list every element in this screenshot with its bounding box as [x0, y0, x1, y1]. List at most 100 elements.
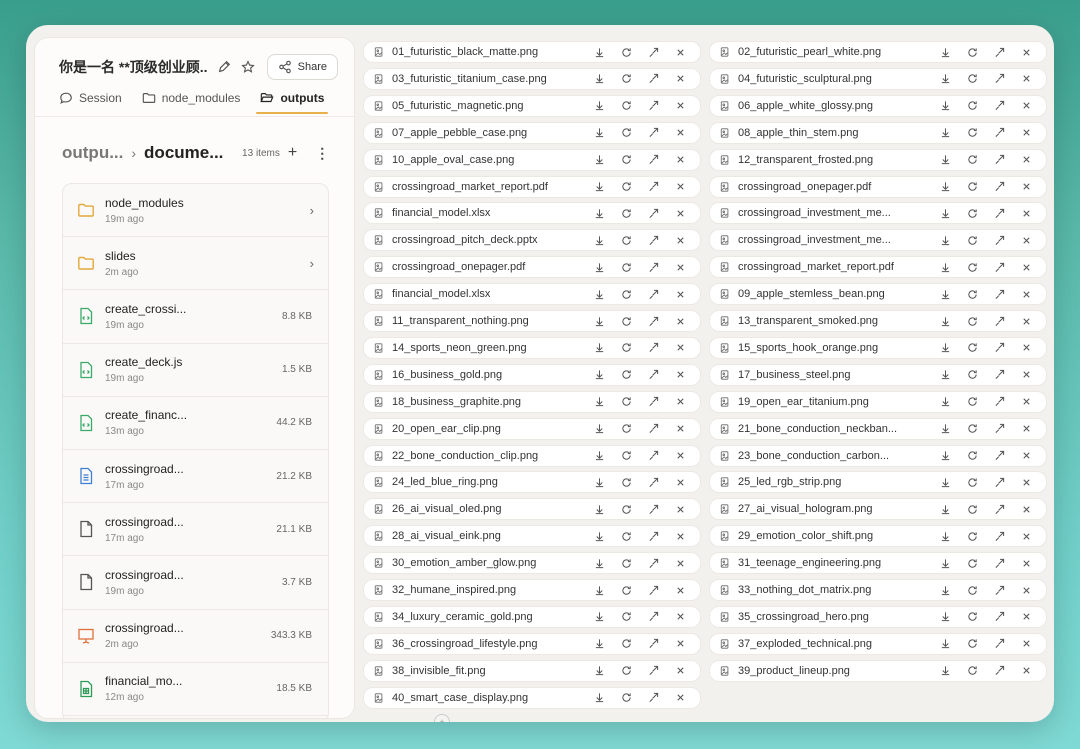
open-external-icon[interactable] [647, 315, 659, 327]
open-external-icon[interactable] [647, 207, 659, 219]
output-file-item[interactable]: 15_sports_hook_orange.png [709, 336, 1047, 359]
open-external-icon[interactable] [647, 665, 659, 677]
close-icon[interactable] [674, 611, 686, 623]
download-icon[interactable] [593, 503, 605, 515]
output-file-item[interactable]: financial_model.xlsx [363, 202, 701, 225]
file-row[interactable]: crossingroad... 17m ago 21.2 KB [63, 450, 328, 504]
output-file-item[interactable]: crossingroad_market_report.pdf [709, 256, 1047, 279]
download-icon[interactable] [939, 181, 951, 193]
output-file-item[interactable]: 19_open_ear_titanium.png [709, 390, 1047, 413]
open-external-icon[interactable] [993, 342, 1005, 354]
open-external-icon[interactable] [647, 476, 659, 488]
output-file-item[interactable]: crossingroad_pitch_deck.pptx [363, 229, 701, 252]
refresh-icon[interactable] [966, 396, 978, 408]
open-external-icon[interactable] [993, 100, 1005, 112]
download-icon[interactable] [593, 369, 605, 381]
download-icon[interactable] [939, 46, 951, 58]
close-icon[interactable] [1020, 584, 1032, 596]
download-icon[interactable] [593, 584, 605, 596]
open-external-icon[interactable] [647, 396, 659, 408]
file-row[interactable]: financial_mo... 12m ago 18.5 KB [63, 663, 328, 716]
open-external-icon[interactable] [647, 423, 659, 435]
download-icon[interactable] [939, 207, 951, 219]
close-icon[interactable] [1020, 127, 1032, 139]
output-file-item[interactable]: 17_business_steel.png [709, 363, 1047, 386]
open-external-icon[interactable] [647, 100, 659, 112]
open-external-icon[interactable] [647, 181, 659, 193]
download-icon[interactable] [593, 100, 605, 112]
refresh-icon[interactable] [620, 638, 632, 650]
open-external-icon[interactable] [647, 342, 659, 354]
output-file-item[interactable]: 01_futuristic_black_matte.png [363, 41, 701, 63]
close-icon[interactable] [1020, 261, 1032, 273]
output-file-item[interactable]: 05_futuristic_magnetic.png [363, 94, 701, 117]
refresh-icon[interactable] [620, 234, 632, 246]
open-external-icon[interactable] [647, 503, 659, 515]
refresh-icon[interactable] [620, 476, 632, 488]
tab-session[interactable]: Session [59, 84, 122, 112]
file-row[interactable]: create_deck.js 19m ago 1.5 KB [63, 344, 328, 397]
close-icon[interactable] [674, 396, 686, 408]
close-icon[interactable] [674, 46, 686, 58]
output-file-item[interactable]: 02_futuristic_pearl_white.png [709, 41, 1047, 63]
close-icon[interactable] [1020, 46, 1032, 58]
close-icon[interactable] [1020, 503, 1032, 515]
folder-row[interactable]: slides 2m ago › [63, 237, 328, 291]
edit-icon[interactable] [217, 60, 231, 74]
output-file-item[interactable]: 38_invisible_fit.png [363, 659, 701, 682]
output-file-item[interactable]: 22_bone_conduction_clip.png [363, 444, 701, 467]
open-external-icon[interactable] [993, 261, 1005, 273]
output-file-item[interactable]: 28_ai_visual_eink.png [363, 525, 701, 548]
file-row[interactable]: crossingroad... 2m ago 343.3 KB [63, 610, 328, 663]
open-external-icon[interactable] [993, 369, 1005, 381]
refresh-icon[interactable] [620, 665, 632, 677]
refresh-icon[interactable] [966, 611, 978, 623]
close-icon[interactable] [1020, 611, 1032, 623]
output-file-item[interactable]: 39_product_lineup.png [709, 659, 1047, 682]
refresh-icon[interactable] [966, 665, 978, 677]
close-icon[interactable] [674, 181, 686, 193]
output-file-item[interactable]: 08_apple_thin_stem.png [709, 121, 1047, 144]
output-file-item[interactable]: 31_teenage_engineering.png [709, 552, 1047, 575]
output-file-item[interactable]: 33_nothing_dot_matrix.png [709, 579, 1047, 601]
close-icon[interactable] [1020, 530, 1032, 542]
close-icon[interactable] [674, 261, 686, 273]
open-external-icon[interactable] [993, 584, 1005, 596]
share-button[interactable]: Share [266, 54, 338, 80]
close-icon[interactable] [674, 369, 686, 381]
download-icon[interactable] [939, 396, 951, 408]
output-file-item[interactable]: crossingroad_investment_me... [709, 229, 1047, 252]
download-icon[interactable] [939, 342, 951, 354]
output-file-item[interactable]: 32_humane_inspired.png [363, 579, 701, 601]
refresh-icon[interactable] [966, 288, 978, 300]
star-icon[interactable] [240, 60, 255, 74]
close-icon[interactable] [674, 207, 686, 219]
close-icon[interactable] [1020, 207, 1032, 219]
open-external-icon[interactable] [647, 638, 659, 650]
refresh-icon[interactable] [620, 207, 632, 219]
close-icon[interactable] [1020, 234, 1032, 246]
scroll-handle-icon[interactable]: + [434, 714, 450, 722]
output-file-item[interactable]: 16_business_gold.png [363, 363, 701, 386]
refresh-icon[interactable] [966, 450, 978, 462]
open-external-icon[interactable] [993, 315, 1005, 327]
refresh-icon[interactable] [966, 261, 978, 273]
close-icon[interactable] [1020, 450, 1032, 462]
open-external-icon[interactable] [993, 423, 1005, 435]
close-icon[interactable] [1020, 557, 1032, 569]
open-external-icon[interactable] [647, 530, 659, 542]
close-icon[interactable] [674, 234, 686, 246]
open-external-icon[interactable] [647, 369, 659, 381]
download-icon[interactable] [939, 261, 951, 273]
close-icon[interactable] [1020, 342, 1032, 354]
download-icon[interactable] [939, 665, 951, 677]
output-file-item[interactable]: 36_crossingroad_lifestyle.png [363, 632, 701, 655]
open-external-icon[interactable] [647, 127, 659, 139]
close-icon[interactable] [674, 557, 686, 569]
refresh-icon[interactable] [620, 288, 632, 300]
refresh-icon[interactable] [966, 73, 978, 85]
tab-node-modules[interactable]: node_modules [142, 84, 240, 112]
download-icon[interactable] [939, 127, 951, 139]
refresh-icon[interactable] [966, 207, 978, 219]
refresh-icon[interactable] [620, 423, 632, 435]
